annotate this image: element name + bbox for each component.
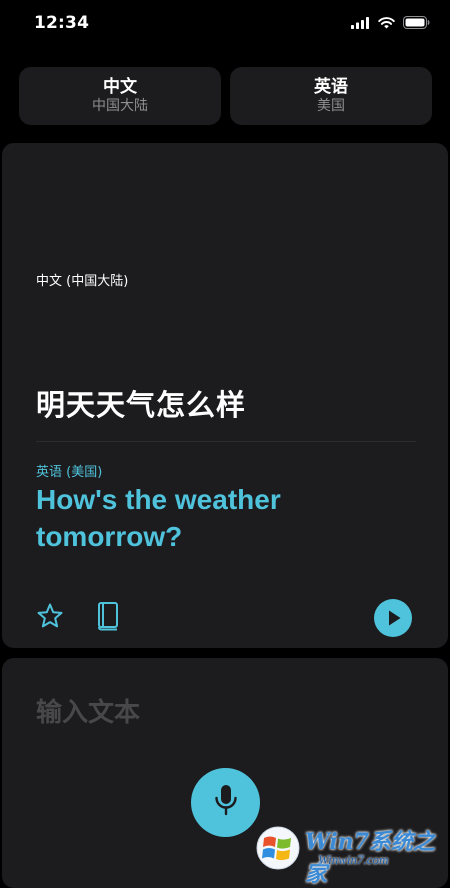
- translated-text[interactable]: How's the weather tomorrow?: [36, 481, 416, 555]
- dictionary-button[interactable]: [95, 601, 121, 635]
- status-icons: [351, 14, 430, 33]
- source-language-region: 中国大陆: [92, 98, 148, 114]
- play-icon: [373, 599, 413, 642]
- status-bar: 12:34: [0, 0, 450, 48]
- target-language-label: 英语 (美国): [36, 465, 103, 480]
- text-input[interactable]: [36, 696, 416, 730]
- book-icon: [95, 602, 121, 635]
- source-text[interactable]: 明天天气怎么样: [36, 382, 246, 424]
- source-language-name: 中文: [103, 77, 137, 97]
- source-language-button[interactable]: 中文 中国大陆: [19, 67, 221, 125]
- language-selector: 中文 中国大陆 英语 美国: [19, 67, 432, 125]
- watermark-url: Winwin7.com: [318, 852, 389, 867]
- battery-icon: [403, 14, 430, 33]
- star-icon: [36, 603, 64, 634]
- target-language-button[interactable]: 英语 美国: [230, 67, 432, 125]
- cellular-signal-icon: [351, 14, 370, 33]
- target-language-region: 美国: [317, 98, 345, 114]
- status-time: 12:34: [34, 13, 90, 33]
- play-button[interactable]: [373, 598, 413, 642]
- watermark: Win7系统之家 Winwin7.com: [250, 820, 450, 887]
- translation-card: 中文 (中国大陆) 明天天气怎么样 英语 (美国) How's the weat…: [2, 143, 448, 648]
- microphone-icon: [213, 783, 239, 823]
- divider: [36, 441, 416, 442]
- target-language-name: 英语: [314, 77, 348, 97]
- wifi-icon: [378, 14, 395, 33]
- source-language-label: 中文 (中国大陆): [36, 274, 129, 289]
- favorite-button[interactable]: [36, 602, 64, 634]
- windows-logo-icon: [254, 826, 302, 874]
